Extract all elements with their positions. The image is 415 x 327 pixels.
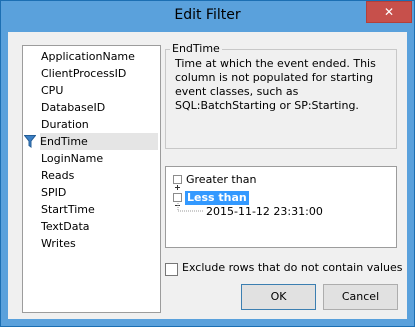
exclude-rows-checkbox[interactable] (165, 263, 178, 276)
edit-filter-dialog: Edit Filter ✕ ApplicationName ClientProc… (0, 0, 415, 327)
column-item-writes[interactable]: Writes (41, 235, 76, 252)
window-title: Edit Filter (174, 7, 241, 23)
description-title: EndTime (170, 42, 222, 55)
column-item-duration[interactable]: Duration (41, 116, 89, 133)
close-icon: ✕ (383, 5, 395, 19)
column-item-clientprocessid[interactable]: ClientProcessID (41, 65, 126, 82)
column-item-reads[interactable]: Reads (41, 167, 74, 184)
column-item-applicationname[interactable]: ApplicationName (41, 48, 135, 65)
funnel-icon (24, 135, 36, 148)
ok-button[interactable]: OK (241, 284, 316, 310)
column-item-cpu[interactable]: CPU (41, 82, 63, 99)
column-item-spid[interactable]: SPID (41, 184, 66, 201)
column-item-endtime[interactable]: EndTime (40, 133, 158, 150)
collapse-icon[interactable] (173, 193, 182, 206)
title-bar[interactable]: Edit Filter ✕ (1, 1, 414, 32)
column-item-textdata[interactable]: TextData (41, 218, 90, 235)
tree-node-greater-than[interactable]: Greater than (186, 173, 256, 187)
expand-icon[interactable] (173, 175, 182, 190)
filter-tree[interactable]: Greater than Less than 2015-11-12 23:31:… (165, 166, 397, 248)
tree-node-value[interactable]: 2015-11-12 23:31:00 (206, 205, 323, 219)
column-item-starttime[interactable]: StartTime (41, 201, 95, 218)
close-button[interactable]: ✕ (366, 1, 412, 23)
exclude-rows-label: Exclude rows that do not contain values (182, 261, 403, 274)
column-item-databaseid[interactable]: DatabaseID (41, 99, 105, 116)
column-list[interactable]: ApplicationName ClientProcessID CPU Data… (22, 45, 161, 313)
cancel-button[interactable]: Cancel (323, 284, 398, 310)
dialog-body: ApplicationName ClientProcessID CPU Data… (8, 32, 407, 319)
tree-connector (177, 203, 203, 212)
description-text: Time at which the event ended. This colu… (175, 57, 376, 112)
column-item-loginname[interactable]: LoginName (41, 150, 103, 167)
